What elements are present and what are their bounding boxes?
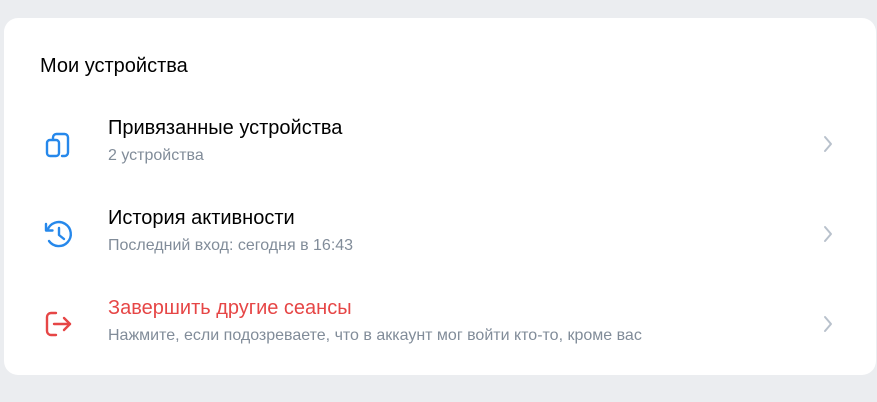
end-sessions-title: Завершить другие сеансы <box>108 297 352 319</box>
activity-history-subtitle: Последний вход: сегодня в 16:43 <box>108 237 354 254</box>
logout-icon <box>40 306 76 342</box>
section-title: Мои устройства <box>40 55 188 77</box>
chevron-right-icon <box>820 134 836 154</box>
devices-icon <box>40 126 76 162</box>
activity-history-title: История активности <box>108 207 295 229</box>
linked-devices-subtitle: 2 устройства <box>108 147 204 164</box>
end-sessions-subtitle: Нажмите, если подозреваете, что в аккаун… <box>108 327 642 344</box>
linked-devices-item[interactable]: Привязанные устройства 2 устройства <box>4 104 876 184</box>
activity-history-item[interactable]: История активности Последний вход: сегод… <box>4 194 876 274</box>
end-sessions-item[interactable]: Завершить другие сеансы Нажмите, если по… <box>4 284 876 364</box>
chevron-right-icon <box>820 314 836 334</box>
history-icon <box>40 216 76 252</box>
linked-devices-title: Привязанные устройства <box>108 117 343 139</box>
chevron-right-icon <box>820 224 836 244</box>
devices-card: Мои устройства Привязанные устройства 2 … <box>4 18 876 375</box>
